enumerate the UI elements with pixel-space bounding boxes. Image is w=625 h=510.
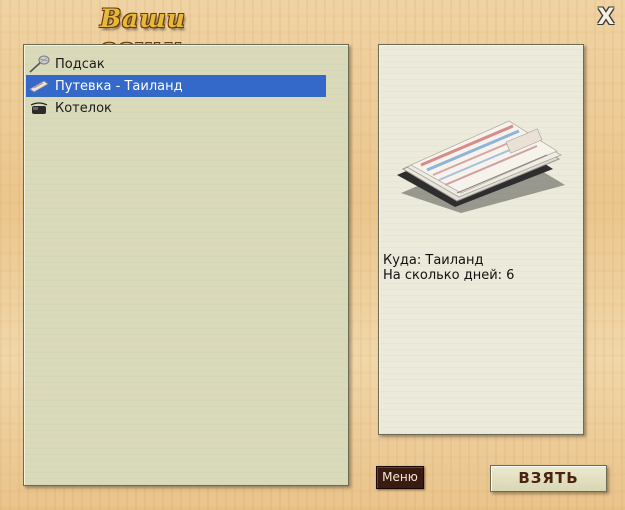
list-item-label: Путевка - Таиланд xyxy=(55,78,183,94)
list-item-ticket[interactable]: Путевка - Таиланд xyxy=(26,75,326,97)
menu-button[interactable]: Меню xyxy=(376,466,424,489)
close-button[interactable]: X xyxy=(594,6,618,30)
destination-text: Куда: Таиланд xyxy=(383,253,484,268)
list-item-net[interactable]: Подсак xyxy=(26,53,326,75)
list-item-pot[interactable]: Котелок xyxy=(26,97,326,119)
days-text: На сколько дней: 6 xyxy=(383,268,515,283)
pot-icon xyxy=(28,99,50,117)
ticket-icon xyxy=(28,77,50,95)
item-description: Куда: Таиланд На сколько дней: 6 xyxy=(383,253,514,283)
list-item-label: Подсак xyxy=(55,56,105,72)
inventory-list-panel: Подсак Путевка - Таиланд Котелок xyxy=(23,44,349,486)
take-button[interactable]: ВЗЯТЬ xyxy=(490,465,607,492)
travel-voucher-image xyxy=(387,85,577,215)
list-item-label: Котелок xyxy=(55,100,112,116)
window-title: Ваши вещи xyxy=(100,4,186,62)
inventory-list: Подсак Путевка - Таиланд Котелок xyxy=(26,53,326,119)
item-details-panel: Куда: Таиланд На сколько дней: 6 xyxy=(378,44,584,435)
net-icon xyxy=(28,55,50,73)
